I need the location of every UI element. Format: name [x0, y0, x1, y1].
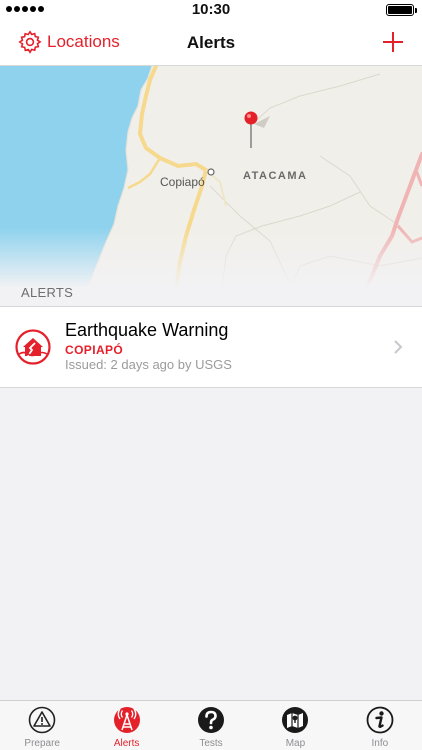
- tab-label: Info: [371, 738, 389, 749]
- alert-row-earthquake-warning[interactable]: Earthquake Warning COPIAPÓ Issued: 2 day…: [0, 306, 422, 388]
- map-region-label: ATACAMA: [243, 170, 308, 182]
- tab-label: Tests: [199, 738, 223, 749]
- status-time: 10:30: [191, 1, 231, 18]
- navigation-bar: Locations Alerts: [0, 20, 422, 66]
- tab-label: Alerts: [113, 738, 140, 749]
- tab-info[interactable]: Info: [338, 701, 422, 750]
- tab-tests[interactable]: Tests: [169, 701, 253, 750]
- map-book-icon: [282, 707, 309, 733]
- tab-bar: Prepare Alerts Tests Map Info: [0, 700, 422, 750]
- plus-icon: [383, 32, 403, 52]
- battery-icon: [386, 4, 417, 16]
- earthquake-house-icon: [15, 329, 51, 365]
- question-circle-icon: [198, 707, 225, 733]
- tab-label: Map: [285, 738, 306, 749]
- info-circle-icon: [366, 706, 394, 734]
- alert-map[interactable]: Copiapó ATACAMA: [0, 66, 422, 288]
- alert-issued-info: Issued: 2 days ago by USGS: [65, 357, 232, 372]
- broadcast-tower-icon: [113, 707, 140, 733]
- tab-alerts[interactable]: Alerts: [84, 701, 168, 750]
- map-city-label: Copiapó: [160, 175, 205, 189]
- map-fade-overlay: [0, 228, 422, 288]
- tab-label: Prepare: [24, 738, 60, 749]
- alerts-section-header: ALERTS: [21, 285, 74, 300]
- warning-triangle-icon: [28, 706, 56, 734]
- locations-label: Locations: [47, 32, 120, 51]
- locations-button[interactable]: Locations: [18, 30, 120, 54]
- alert-location: COPIAPÓ: [65, 343, 124, 357]
- tab-prepare[interactable]: Prepare: [0, 701, 84, 750]
- tab-map[interactable]: Map: [253, 701, 337, 750]
- gear-icon: [18, 30, 42, 54]
- alert-title: Earthquake Warning: [65, 320, 229, 340]
- status-bar: 10:30: [0, 0, 422, 20]
- chevron-right-icon: [394, 340, 403, 354]
- add-location-button[interactable]: [380, 29, 406, 55]
